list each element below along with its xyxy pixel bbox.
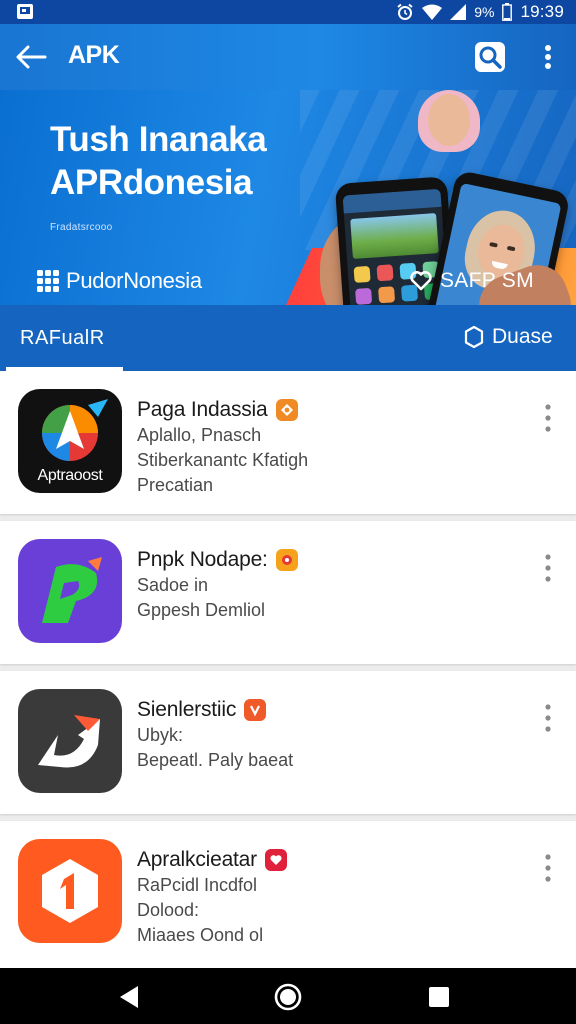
overflow-menu-icon[interactable]	[538, 551, 558, 585]
list-item[interactable]: Sienlerstiic Ubyk: Bepeatl. Paly baeat	[0, 671, 576, 814]
tab-bar: RAFualR Duase	[0, 305, 576, 371]
app-subtitle: Aplallo, Pnasch	[137, 425, 262, 445]
hexagon-icon	[464, 325, 484, 349]
list-item[interactable]: Aptraoost Paga Indassia Aplallo, Pnasch …	[0, 371, 576, 514]
app-bar: APK	[0, 24, 576, 90]
app-category: Precatian	[137, 475, 214, 495]
app-icon-paga[interactable]: Aptraoost	[18, 389, 122, 493]
battery-icon	[502, 3, 513, 21]
app-info: Sienlerstiic Ubyk: Bepeatl. Paly baeat	[137, 697, 506, 773]
app-icon-apralkcieatar[interactable]	[18, 839, 122, 943]
app-logo-icon	[38, 715, 100, 768]
tab-secondary-label: Duase	[492, 325, 553, 348]
app-description: Gppesh Demliol	[137, 600, 266, 620]
more-vert-icon[interactable]	[538, 41, 558, 73]
app-badge-icon	[264, 849, 287, 871]
list-item[interactable]: Pnpk Nodape: Sadoe in Gppesh Demliol	[0, 521, 576, 664]
overflow-menu-icon[interactable]	[538, 701, 558, 735]
app-info: Paga Indassia Aplallo, Pnasch Stiberkana…	[137, 397, 506, 498]
app-name: Paga Indassia	[137, 398, 268, 421]
app-name: Sienlerstiic	[137, 698, 237, 721]
banner-action-text: SAFP SM	[440, 269, 534, 292]
image-notification-icon	[17, 4, 33, 19]
app-icon-label: Aptraoost	[37, 467, 103, 484]
tab-secondary[interactable]: Duase	[464, 325, 553, 349]
clock: 19:39	[520, 2, 564, 21]
app-logo-icon	[42, 557, 102, 623]
app-badge-icon	[275, 549, 298, 571]
app-icon-sienlerstiic[interactable]	[18, 689, 122, 793]
banner-brand-name: PudorNonesia	[66, 268, 202, 293]
app-icon-pnpk[interactable]	[18, 539, 122, 643]
banner-headline-line1: Tush Inanaka	[50, 120, 267, 159]
app-category: Miaaes Oond ol	[137, 925, 264, 945]
app-info: Apralkcieatar RaPcidl Incdfol Dolood: Mi…	[137, 847, 506, 948]
overflow-menu-icon[interactable]	[538, 401, 558, 435]
alarm-icon	[397, 3, 413, 20]
app-description: Stiberkanantc Kfatigh	[137, 450, 309, 470]
heart-icon	[410, 271, 432, 291]
search-icon[interactable]	[474, 41, 506, 73]
nav-home-icon[interactable]	[273, 982, 303, 1012]
person-face	[428, 94, 470, 146]
back-arrow-icon[interactable]	[14, 41, 48, 73]
system-nav-bar	[0, 968, 576, 1024]
app-list: Aptraoost Paga Indassia Aplallo, Pnasch …	[0, 371, 576, 968]
app-description: Bepeatl. Paly baeat	[137, 750, 294, 770]
app-info: Pnpk Nodape: Sadoe in Gppesh Demliol	[137, 547, 506, 623]
app-name: Apralkcieatar	[137, 848, 257, 871]
app-subtitle: Ubyk:	[137, 725, 184, 745]
promo-banner[interactable]: Tush Inanaka APRdonesia Fradatsrcooo Pud…	[0, 90, 576, 305]
app-subtitle: Sadoe in	[137, 575, 209, 595]
banner-fine-print: Fradatsrcooo	[50, 222, 113, 233]
battery-percent: 9%	[474, 4, 495, 20]
status-indicators: 9% 19:39	[396, 2, 564, 22]
status-bar: 9% 19:39	[0, 0, 576, 24]
list-item[interactable]: Apralkcieatar RaPcidl Incdfol Dolood: Mi…	[0, 821, 576, 968]
overflow-menu-icon[interactable]	[538, 851, 558, 885]
banner-headline-line2: APRdonesia	[50, 163, 253, 202]
nav-back-icon[interactable]	[116, 983, 144, 1011]
app-name: Pnpk Nodape:	[137, 548, 268, 571]
cell-signal-icon	[450, 4, 467, 20]
app-badge-icon	[244, 699, 267, 721]
app-subtitle: RaPcidl Incdfol	[137, 875, 258, 895]
app-logo-icon	[42, 859, 98, 923]
banner-action[interactable]: SAFP SM	[410, 266, 534, 296]
banner-brand: PudorNonesia	[36, 266, 202, 296]
app-badge-icon	[275, 399, 298, 421]
grid-dots-icon	[37, 270, 59, 292]
wifi-icon	[422, 4, 443, 20]
app-title: APK	[68, 41, 120, 69]
nav-recents-icon[interactable]	[427, 985, 451, 1009]
banner-headline: Tush Inanaka APRdonesia	[50, 118, 340, 204]
app-description: Dolood:	[137, 900, 200, 920]
tab-primary[interactable]: RAFualR	[20, 327, 105, 350]
